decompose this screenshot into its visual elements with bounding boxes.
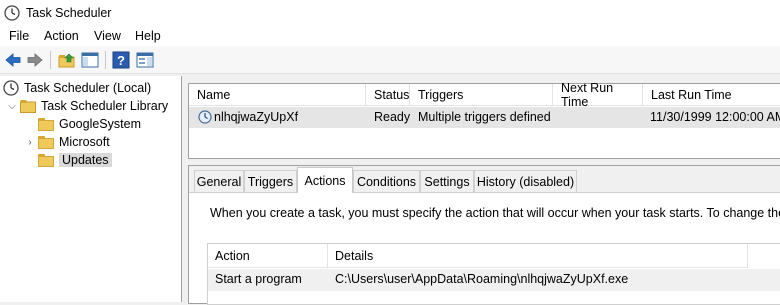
tree-item-googlesystem[interactable]: GoogleSystem [24,115,141,133]
forward-arrow-icon [27,53,43,67]
task-scheduler-clock-icon [4,5,20,21]
svg-text:?: ? [117,53,125,68]
task-triggers: Multiple triggers defined [418,110,551,124]
tab-triggers[interactable]: Triggers [244,170,297,192]
chevron-right-icon[interactable]: › [24,136,36,148]
folder-icon [38,153,54,167]
show-hide-action-pane-button[interactable] [135,50,155,70]
menu-file[interactable]: File [4,28,34,44]
library-folder-icon [20,100,36,113]
show-hide-console-tree-button[interactable] [80,50,100,70]
menu-help[interactable]: Help [130,28,166,44]
show-hide-console-tree-icon [81,52,99,68]
task-list: Name Status Triggers Next Run Time Last … [188,81,780,159]
tab-conditions[interactable]: Conditions [353,170,420,192]
help-icon: ? [112,51,130,69]
show-hide-action-pane-icon [136,52,154,68]
tab-strip: General Triggers Actions Conditions Sett… [189,166,780,193]
tab-actions[interactable]: Actions [297,167,353,193]
task-details-pane: General Triggers Actions Conditions Sett… [188,165,780,305]
menu-bar: File Action View Help [0,26,780,46]
console-tree: Task Scheduler (Local) ⌵ Task Scheduler … [0,76,182,302]
task-status: Ready [374,110,411,124]
table-row[interactable]: nlhqjwaZyUpXf Ready Multiple triggers de… [189,107,780,128]
menu-view[interactable]: View [89,28,126,44]
actions-table: Action Details Start a program C:\Users\… [207,243,780,305]
tab-settings[interactable]: Settings [420,170,474,192]
tab-history[interactable]: History (disabled) [474,170,577,192]
tree-item-label: GoogleSystem [59,117,141,131]
task-last-run-time: 11/30/1999 12:00:00 AM [650,110,780,124]
back-button[interactable] [3,50,23,70]
table-row[interactable]: Start a program C:\Users\user\AppData\Ro… [208,269,780,291]
folder-icon [38,135,54,149]
column-header-details[interactable]: Details [328,244,748,268]
tree-item-root[interactable]: Task Scheduler (Local) [3,79,151,97]
menu-action[interactable]: Action [39,28,84,44]
clock-icon [3,80,19,96]
column-header-name[interactable]: Name [189,84,366,106]
toolbar-separator [105,51,106,69]
tab-general[interactable]: General [194,170,244,192]
forward-button[interactable] [25,50,45,70]
chevron-down-icon[interactable]: ⌵ [6,100,18,112]
toolbar-separator [50,51,51,69]
folder-up-icon [58,53,75,68]
up-one-level-button[interactable] [57,50,77,70]
column-header-last-run-time[interactable]: Last Run Time [643,84,780,106]
back-arrow-icon [5,53,21,67]
title-bar: Task Scheduler [0,0,780,26]
help-button[interactable]: ? [111,50,131,70]
toolbar: ? [0,46,780,74]
action-type: Start a program [215,272,302,286]
tree-item-label: Task Scheduler Library [41,99,169,113]
tree-item-label: Updates [59,153,112,167]
column-header-action[interactable]: Action [208,244,328,268]
tree-item-library[interactable]: ⌵ Task Scheduler Library [6,97,168,115]
action-details: C:\Users\user\AppData\Roaming\nlhqjwaZyU… [335,272,629,286]
tree-item-microsoft[interactable]: › Microsoft [24,133,110,151]
tree-item-label: Microsoft [59,135,110,149]
tree-item-updates[interactable]: Updates [24,151,112,169]
column-header-next-run-time[interactable]: Next Run Time [553,81,643,109]
task-clock-icon [198,110,212,124]
column-header-triggers[interactable]: Triggers [410,84,553,106]
folder-icon [38,117,54,131]
actions-description: When you create a task, you must specify… [210,206,780,220]
task-name: nlhqjwaZyUpXf [214,110,299,124]
window-title: Task Scheduler [26,6,112,20]
tree-item-label: Task Scheduler (Local) [24,81,152,95]
column-header-status[interactable]: Status [366,84,410,106]
